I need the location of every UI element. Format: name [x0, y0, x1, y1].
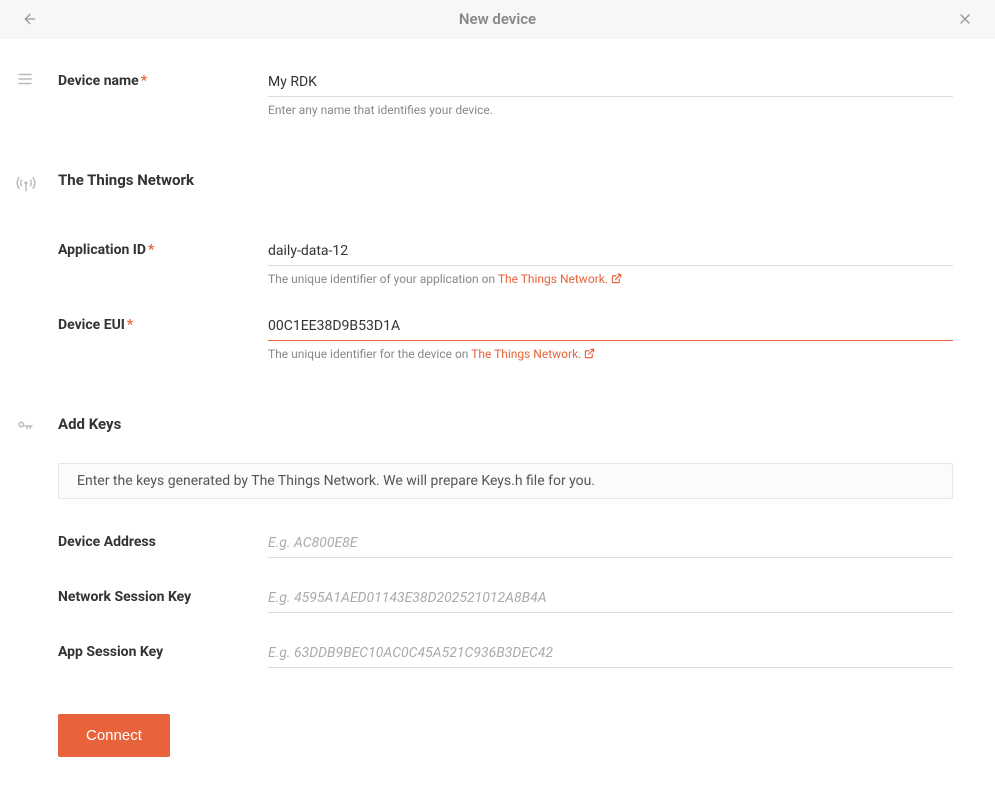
application-id-input[interactable] — [268, 237, 953, 266]
ttn-section-title: The Things Network — [58, 171, 979, 189]
device-eui-label: Device EUI* — [58, 312, 268, 333]
device-eui-input[interactable] — [268, 312, 953, 341]
required-asterisk: * — [141, 73, 147, 89]
external-link-icon — [611, 273, 622, 284]
ttn-section: The Things Network Application ID* The u… — [0, 171, 995, 387]
required-asterisk: * — [127, 317, 133, 333]
close-button[interactable] — [955, 9, 975, 29]
modal-content: Device name* Enter any name that identif… — [0, 38, 995, 787]
hint-text: The unique identifier of your applicatio… — [268, 272, 498, 286]
device-name-label: Device name* — [58, 68, 268, 89]
antenna-icon — [16, 173, 36, 193]
network-session-key-input[interactable] — [268, 584, 953, 613]
modal-header: New device — [0, 0, 995, 38]
input-col: The unique identifier of your applicatio… — [268, 237, 979, 286]
section-icon-col — [16, 68, 58, 143]
application-id-label: Application ID* — [58, 237, 268, 258]
key-icon — [16, 417, 34, 435]
network-session-key-row: Network Session Key — [58, 584, 979, 613]
device-name-section: Device name* Enter any name that identif… — [0, 68, 995, 143]
input-col — [268, 529, 979, 558]
application-id-hint: The unique identifier of your applicatio… — [268, 272, 953, 286]
keys-info-banner: Enter the keys generated by The Things N… — [58, 463, 953, 499]
label-text: App Session Key — [58, 644, 163, 660]
external-link-icon — [584, 348, 595, 359]
app-session-key-label: App Session Key — [58, 639, 268, 660]
header-title: New device — [40, 10, 955, 28]
app-session-key-row: App Session Key — [58, 639, 979, 668]
fields-col: The Things Network Application ID* The u… — [58, 171, 979, 387]
label-text: Device EUI — [58, 317, 125, 333]
input-col — [268, 584, 979, 613]
device-eui-hint: The unique identifier for the device on … — [268, 347, 953, 361]
app-session-key-input[interactable] — [268, 639, 953, 668]
device-name-hint: Enter any name that identifies your devi… — [268, 103, 953, 117]
list-icon — [16, 70, 34, 88]
hint-text: The unique identifier for the device on — [268, 347, 471, 361]
label-text: Application ID — [58, 242, 146, 258]
keys-section: Add Keys Enter the keys generated by The… — [0, 415, 995, 694]
back-button[interactable] — [20, 9, 40, 29]
label-text: Network Session Key — [58, 589, 191, 605]
ttn-link[interactable]: The Things Network. — [471, 347, 595, 361]
ttn-link[interactable]: The Things Network. — [498, 272, 622, 286]
device-address-input[interactable] — [268, 529, 953, 558]
keys-section-title: Add Keys — [58, 415, 979, 433]
device-name-row: Device name* Enter any name that identif… — [58, 68, 979, 117]
keys-fields: Device Address Network Session Key — [58, 529, 979, 668]
section-icon-col — [16, 415, 58, 694]
device-address-label: Device Address — [58, 529, 268, 550]
section-icon-col — [16, 171, 58, 387]
link-text: The Things Network. — [498, 272, 608, 286]
device-address-row: Device Address — [58, 529, 979, 558]
application-id-row: Application ID* The unique identifier of… — [58, 237, 979, 286]
close-icon — [957, 11, 973, 27]
fields-col: Add Keys Enter the keys generated by The… — [58, 415, 979, 694]
network-session-key-label: Network Session Key — [58, 584, 268, 605]
label-text: Device Address — [58, 534, 156, 550]
arrow-left-icon — [22, 11, 38, 27]
input-col: The unique identifier for the device on … — [268, 312, 979, 361]
input-col: Enter any name that identifies your devi… — [268, 68, 979, 117]
fields-col: Device name* Enter any name that identif… — [58, 68, 979, 143]
link-text: The Things Network. — [471, 347, 581, 361]
label-text: Device name — [58, 73, 139, 89]
required-asterisk: * — [148, 242, 154, 258]
device-name-input[interactable] — [268, 68, 953, 97]
input-col — [268, 639, 979, 668]
device-eui-row: Device EUI* The unique identifier for th… — [58, 312, 979, 361]
